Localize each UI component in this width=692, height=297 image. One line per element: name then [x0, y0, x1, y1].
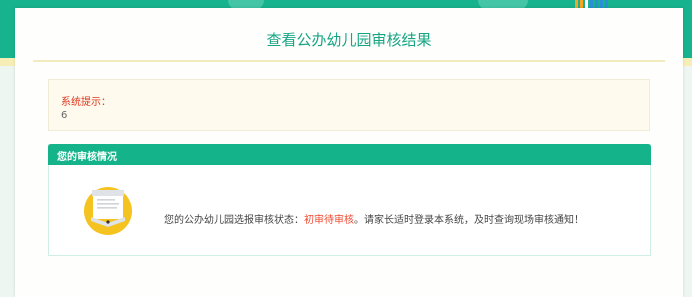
review-status-panel: 您的审核情况 您的公办幼儿园选报审核状态：初审待审核。请家长适时登录本系统，及时… — [48, 144, 651, 256]
result-card: 查看公办幼儿园审核结果 系统提示： 6 您的审核情况 您的公办幼儿园选报审核状态… — [15, 8, 683, 297]
review-status-message: 您的公办幼儿园选报审核状态：初审待审核。请家长适时登录本系统，及时查询现场审核通… — [164, 211, 584, 226]
page-title: 查看公办幼儿园审核结果 — [266, 31, 432, 49]
system-notice: 系统提示： 6 — [48, 79, 650, 131]
title-divider — [33, 60, 665, 62]
notice-value: 6 — [61, 110, 68, 121]
status-suffix: 。请家长适时登录本系统，及时查询现场审核通知！ — [354, 215, 584, 226]
document-icon — [83, 186, 133, 236]
notice-label: 系统提示： — [61, 97, 111, 108]
panel-header-title: 您的审核情况 — [57, 152, 117, 163]
status-value: 初审待审核 — [304, 215, 354, 226]
decorative-building-icon — [575, 0, 608, 8]
panel-header: 您的审核情况 — [48, 144, 651, 165]
status-prefix: 您的公办幼儿园选报审核状态： — [164, 215, 304, 226]
